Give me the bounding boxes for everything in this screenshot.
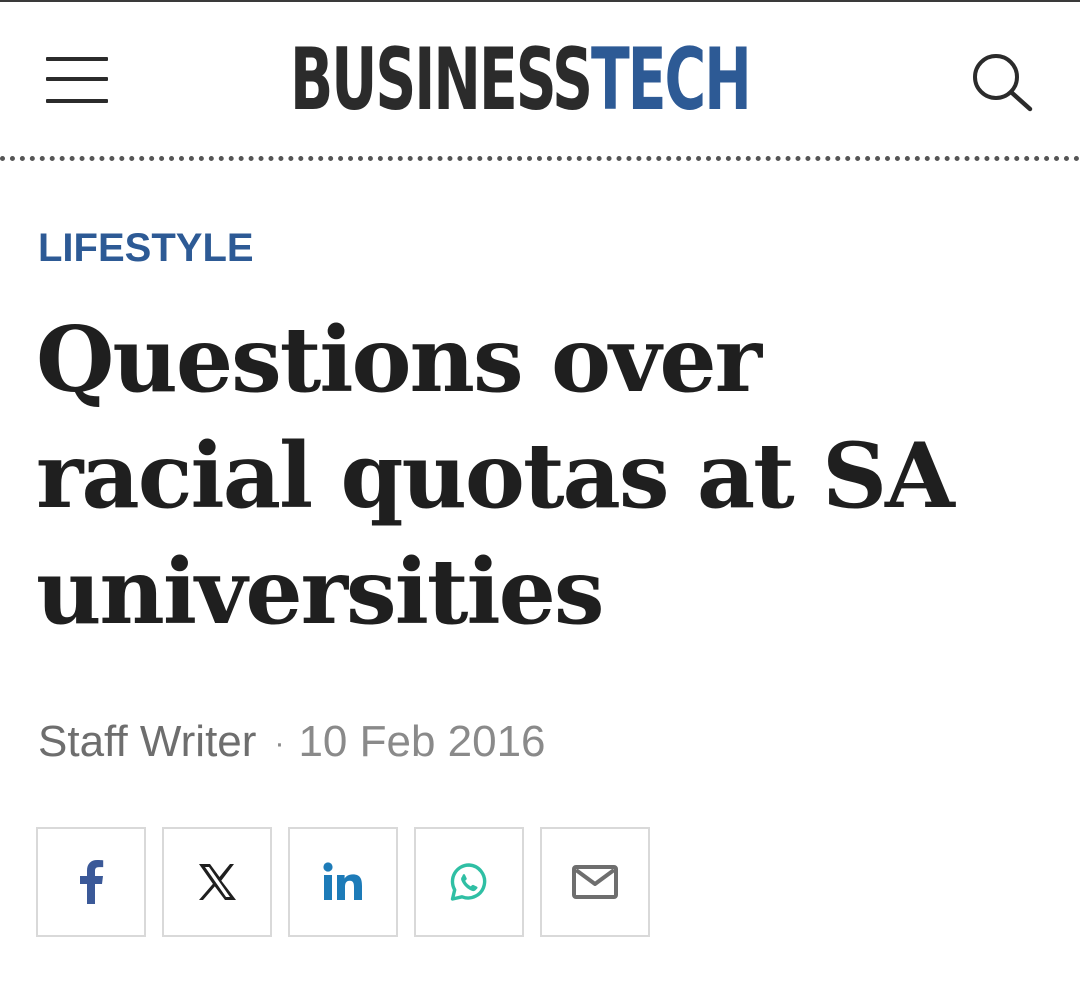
article-headline: Questions over racial quotas at SA unive… (36, 307, 955, 645)
share-x-button[interactable] (162, 827, 272, 937)
logo-tech-text: TECH (591, 30, 752, 130)
search-button[interactable] (970, 52, 1036, 112)
search-icon (973, 54, 1033, 112)
whatsapp-icon (450, 863, 487, 901)
x-twitter-icon (199, 864, 236, 900)
share-linkedin-button[interactable] (288, 827, 398, 937)
email-icon (572, 865, 618, 899)
share-email-button[interactable] (540, 827, 650, 937)
author-name[interactable]: Staff Writer (38, 717, 256, 766)
site-logo[interactable]: BUSINESSTECH (290, 30, 752, 130)
share-whatsapp-button[interactable] (414, 827, 524, 937)
hamburger-menu-icon-bar (46, 77, 108, 81)
hamburger-menu-icon-bar (46, 99, 108, 103)
hamburger-menu-icon (46, 57, 108, 61)
linkedin-icon (323, 862, 362, 900)
header-divider (0, 156, 1080, 161)
article-byline: Staff Writer · 10 Feb 2016 (38, 714, 546, 772)
publish-date: 10 Feb 2016 (298, 717, 546, 766)
site-header: BUSINESSTECH (0, 2, 1080, 158)
facebook-icon (80, 860, 104, 904)
logo-business-text: BUSINESS (290, 30, 593, 130)
article-page: BUSINESSTECH LIFESTYLE Questions over ra… (0, 0, 1080, 999)
menu-button[interactable] (46, 57, 110, 107)
byline-separator: · (274, 727, 285, 761)
share-facebook-button[interactable] (36, 827, 146, 937)
category-link[interactable]: LIFESTYLE (38, 226, 254, 271)
